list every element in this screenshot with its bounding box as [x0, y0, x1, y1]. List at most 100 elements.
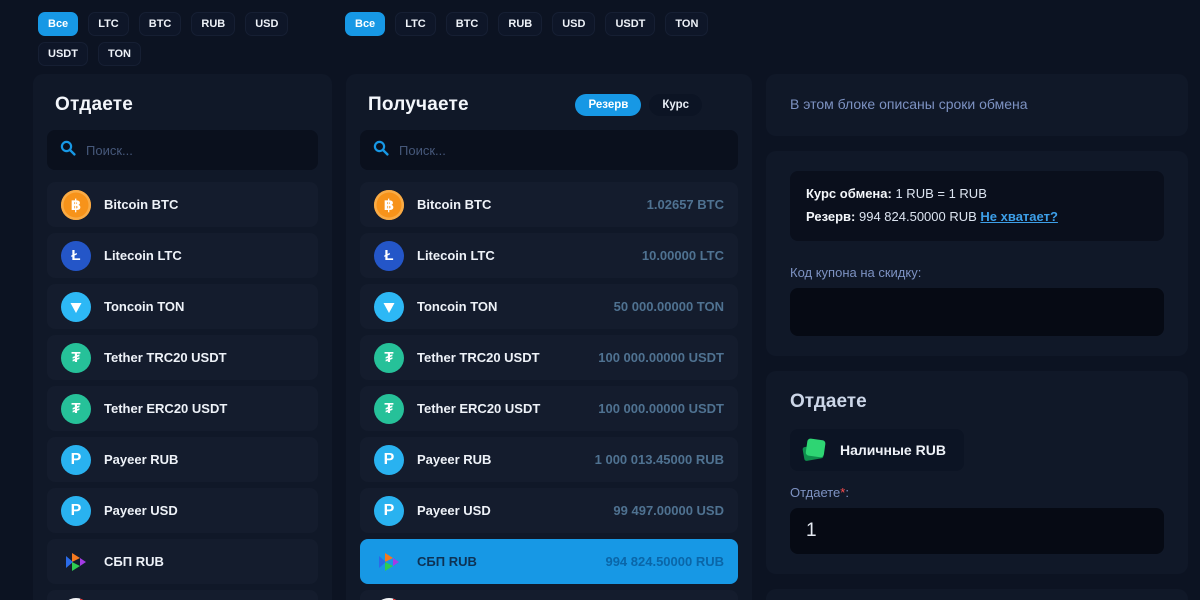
exchange-rate-line: Курс обмена: 1 RUB = 1 RUB — [806, 183, 1148, 206]
get-filter-chip-usd[interactable]: USD — [552, 12, 595, 36]
reserve-amount: 100 000.00000 USDT — [598, 401, 724, 416]
litecoin-icon — [374, 241, 404, 271]
give-filter-chip-ton[interactable]: TON — [98, 42, 141, 66]
list-item-toncoin[interactable]: Toncoin TON 50 000.00000 TON — [360, 284, 738, 329]
terms-notice: В этом блоке описаны сроки обмена — [790, 94, 1164, 116]
get-panel-title: Получаете — [368, 94, 469, 116]
list-item-tether-trc20[interactable]: Tether TRC20 USDT 100 000.00000 USDT — [360, 335, 738, 380]
exchange-page: Все LTC BTC RUB USD USDT TON Все LTC BTC… — [0, 12, 1200, 600]
cash-icon — [798, 434, 830, 466]
list-item-payeer-rub[interactable]: Payeer RUB — [47, 437, 318, 482]
get-currency-list: Bitcoin BTC 1.02657 BTC Litecoin LTC 10.… — [360, 182, 738, 600]
list-item-bitcoin[interactable]: Bitcoin BTC — [47, 182, 318, 227]
list-item-tether-erc20[interactable]: Tether ERC20 USDT 100 000.00000 USDT — [360, 386, 738, 431]
give-filter-chip-usdt[interactable]: USDT — [38, 42, 88, 66]
get-filter-chip-rub[interactable]: RUB — [498, 12, 542, 36]
currency-label: Litecoin LTC — [417, 248, 495, 263]
payeer-icon — [61, 496, 91, 526]
list-item-sbp-rub-selected[interactable]: СБП RUB 994 824.50000 RUB — [360, 539, 738, 584]
get-panel: Получаете Резерв Курс Bitcoin BTC 1.0265… — [346, 74, 752, 600]
main-columns: Отдаете Bitcoin BTC Litecoin LTC — [33, 74, 1188, 600]
list-item-tether-erc20[interactable]: Tether ERC20 USDT — [47, 386, 318, 431]
reserve-amount: 100 000.00000 USDT — [598, 350, 724, 365]
give-method-label: Наличные RUB — [840, 442, 946, 458]
toggle-reserve-button[interactable]: Резерв — [575, 94, 641, 116]
list-item-payeer-usd[interactable]: Payeer USD 99 497.00000 USD — [360, 488, 738, 533]
tether-icon — [61, 343, 91, 373]
currency-label: Payeer USD — [104, 503, 178, 518]
currency-label: Tether TRC20 USDT — [417, 350, 540, 365]
list-item-partial[interactable] — [360, 590, 738, 600]
currency-label: Bitcoin BTC — [104, 197, 178, 212]
reserve-amount: 1.02657 BTC — [647, 197, 724, 212]
currency-label: Litecoin LTC — [104, 248, 182, 263]
give-filter-group: Все LTC BTC RUB USD USDT TON — [38, 12, 334, 66]
tether-icon — [374, 394, 404, 424]
get-search-box — [360, 130, 738, 170]
currency-label: Toncoin TON — [417, 299, 497, 314]
get-search-input[interactable] — [399, 143, 725, 158]
currency-label: Tether TRC20 USDT — [104, 350, 227, 365]
give-panel-title: Отдаете — [55, 94, 133, 116]
reserve-value: 994 824.50000 RUB — [859, 209, 977, 224]
give-filter-chip-rub[interactable]: RUB — [191, 12, 235, 36]
list-item-toncoin[interactable]: Toncoin TON — [47, 284, 318, 329]
sbp-icon — [61, 547, 91, 577]
get-filter-chip-btc[interactable]: BTC — [446, 12, 489, 36]
currency-label: Toncoin TON — [104, 299, 184, 314]
exchange-sidebar: В этом блоке описаны сроки обмена Курс о… — [766, 74, 1188, 600]
list-item-partial[interactable] — [47, 590, 318, 600]
currency-label: Tether ERC20 USDT — [104, 401, 227, 416]
list-item-sbp-rub[interactable]: СБП RUB — [47, 539, 318, 584]
get-filter-chip-ton[interactable]: TON — [665, 12, 708, 36]
get-filter-chip-ltc[interactable]: LTC — [395, 12, 436, 36]
list-item-tether-trc20[interactable]: Tether TRC20 USDT — [47, 335, 318, 380]
list-item-payeer-usd[interactable]: Payeer USD — [47, 488, 318, 533]
list-item-payeer-rub[interactable]: Payeer RUB 1 000 013.45000 RUB — [360, 437, 738, 482]
currency-label: СБП RUB — [104, 554, 164, 569]
toncoin-icon — [61, 292, 91, 322]
rate-coupon-card: Курс обмена: 1 RUB = 1 RUB Резерв: 994 8… — [766, 151, 1188, 356]
currency-label: СБП RUB — [417, 554, 477, 569]
litecoin-icon — [61, 241, 91, 271]
reserve-rate-toggle: Резерв Курс — [575, 94, 702, 116]
give-filter-chip-all[interactable]: Все — [38, 12, 78, 36]
give-section-title: Отдаете — [790, 391, 1164, 413]
reserve-amount: 1 000 013.45000 RUB — [595, 452, 724, 467]
give-filter-chip-ltc[interactable]: LTC — [88, 12, 129, 36]
rate-info-box: Курс обмена: 1 RUB = 1 RUB Резерв: 994 8… — [790, 171, 1164, 241]
toncoin-icon — [374, 292, 404, 322]
list-item-bitcoin[interactable]: Bitcoin BTC 1.02657 BTC — [360, 182, 738, 227]
list-item-litecoin[interactable]: Litecoin LTC — [47, 233, 318, 278]
payeer-icon — [374, 496, 404, 526]
toggle-rate-button[interactable]: Курс — [649, 94, 702, 116]
search-icon — [373, 140, 389, 161]
reserve-amount: 50 000.00000 TON — [614, 299, 724, 314]
give-filter-chip-usd[interactable]: USD — [245, 12, 288, 36]
filters-bar: Все LTC BTC RUB USD USDT TON Все LTC BTC… — [38, 12, 1200, 66]
rate-value: 1 RUB = 1 RUB — [895, 186, 986, 201]
reserve-line: Резерв: 994 824.50000 RUB Не хватает? — [806, 206, 1148, 229]
bitcoin-icon — [374, 190, 404, 220]
give-filter-chip-btc[interactable]: BTC — [139, 12, 182, 36]
give-search-input[interactable] — [86, 143, 305, 158]
coupon-label: Код купона на скидку: — [790, 265, 1164, 280]
give-currency-list: Bitcoin BTC Litecoin LTC Toncoin TON Tet… — [47, 182, 318, 600]
rate-label: Курс обмена: — [806, 186, 892, 201]
give-amount-input[interactable] — [790, 508, 1164, 554]
get-filter-chip-all[interactable]: Все — [345, 12, 385, 36]
currency-label: Tether ERC20 USDT — [417, 401, 540, 416]
tether-icon — [374, 343, 404, 373]
get-filter-chip-usdt[interactable]: USDT — [605, 12, 655, 36]
currency-label: Payeer RUB — [104, 452, 178, 467]
get-filter-group: Все LTC BTC RUB USD USDT TON — [345, 12, 775, 36]
not-enough-link[interactable]: Не хватает? — [980, 209, 1057, 224]
tether-icon — [61, 394, 91, 424]
reserve-label: Резерв: — [806, 209, 855, 224]
give-search-box — [47, 130, 318, 170]
coupon-input[interactable] — [790, 288, 1164, 336]
give-panel: Отдаете Bitcoin BTC Litecoin LTC — [33, 74, 332, 600]
amount-label-text: Отдаете — [790, 485, 840, 500]
list-item-litecoin[interactable]: Litecoin LTC 10.00000 LTC — [360, 233, 738, 278]
payeer-icon — [374, 445, 404, 475]
